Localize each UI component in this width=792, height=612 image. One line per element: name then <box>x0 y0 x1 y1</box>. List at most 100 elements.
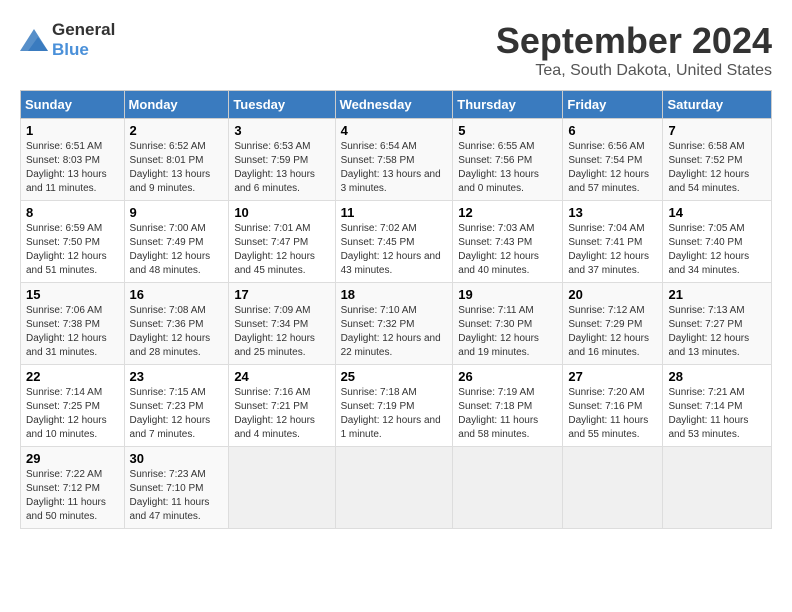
calendar-cell: 18Sunrise: 7:10 AMSunset: 7:32 PMDayligh… <box>335 283 453 365</box>
day-number: 20 <box>568 287 657 302</box>
day-info: Sunrise: 7:15 AMSunset: 7:23 PMDaylight:… <box>130 386 224 442</box>
calendar-cell: 10 Sunrise: 7:01 AMSunset: 7:47 PMDayligh… <box>229 201 335 283</box>
day-number: 18 <box>341 287 448 302</box>
day-number: 23 <box>130 369 224 384</box>
calendar-week-row: 22 Sunrise: 7:14 AMSunset: 7:25 PMDayligh… <box>21 365 772 447</box>
weekday-header-thursday: Thursday <box>453 91 563 119</box>
day-info: Sunrise: 7:18 AMSunset: 7:19 PMDaylight:… <box>341 386 448 442</box>
day-number: 5 <box>458 123 557 138</box>
day-info: Sunrise: 6:53 AMSunset: 7:59 PMDaylight:… <box>234 140 329 196</box>
day-info: Sunrise: 6:51 AMSunset: 8:03 PMDaylight:… <box>26 140 119 196</box>
calendar-week-row: 8Sunrise: 6:59 AMSunset: 7:50 PMDaylight… <box>21 201 772 283</box>
page-subtitle: Tea, South Dakota, United States <box>496 62 772 80</box>
day-info: Sunrise: 7:03 AMSunset: 7:43 PMDaylight:… <box>458 222 557 278</box>
calendar-cell: 24Sunrise: 7:16 AMSunset: 7:21 PMDayligh… <box>229 365 335 447</box>
day-info: Sunrise: 6:58 AMSunset: 7:52 PMDaylight:… <box>668 140 766 196</box>
logo: General Blue <box>20 20 115 60</box>
day-info: Sunrise: 6:56 AMSunset: 7:54 PMDaylight:… <box>568 140 657 196</box>
logo-general: General <box>52 20 115 39</box>
day-number: 13 <box>568 205 657 220</box>
day-info: Sunrise: 6:59 AMSunset: 7:50 PMDaylight:… <box>26 222 119 278</box>
calendar-cell: 21 Sunrise: 7:13 AMSunset: 7:27 PMDayligh… <box>663 283 772 365</box>
day-number: 6 <box>568 123 657 138</box>
day-number: 29 <box>26 451 119 466</box>
calendar-cell: 6 Sunrise: 6:56 AMSunset: 7:54 PMDaylight… <box>563 119 663 201</box>
day-number: 7 <box>668 123 766 138</box>
calendar-cell: 3Sunrise: 6:53 AMSunset: 7:59 PMDaylight… <box>229 119 335 201</box>
day-info: Sunrise: 7:14 AMSunset: 7:25 PMDaylight:… <box>26 386 119 442</box>
day-info: Sunrise: 7:20 AMSunset: 7:16 PMDaylight:… <box>568 386 657 442</box>
calendar-week-row: 15 Sunrise: 7:06 AMSunset: 7:38 PMDayligh… <box>21 283 772 365</box>
calendar-cell: 15 Sunrise: 7:06 AMSunset: 7:38 PMDayligh… <box>21 283 125 365</box>
day-number: 25 <box>341 369 448 384</box>
day-info: Sunrise: 6:54 AMSunset: 7:58 PMDaylight:… <box>341 140 448 196</box>
calendar-cell: 27 Sunrise: 7:20 AMSunset: 7:16 PMDayligh… <box>563 365 663 447</box>
calendar-week-row: 29 Sunrise: 7:22 AMSunset: 7:12 PMDayligh… <box>21 447 772 529</box>
day-number: 16 <box>130 287 224 302</box>
calendar-cell: 30Sunrise: 7:23 AMSunset: 7:10 PMDayligh… <box>124 447 229 529</box>
day-number: 14 <box>668 205 766 220</box>
calendar-cell <box>335 447 453 529</box>
weekday-header-wednesday: Wednesday <box>335 91 453 119</box>
day-number: 28 <box>668 369 766 384</box>
calendar-cell: 25 Sunrise: 7:18 AMSunset: 7:19 PMDayligh… <box>335 365 453 447</box>
calendar-cell: 7 Sunrise: 6:58 AMSunset: 7:52 PMDaylight… <box>663 119 772 201</box>
day-number: 24 <box>234 369 329 384</box>
calendar-table: SundayMondayTuesdayWednesdayThursdayFrid… <box>20 90 772 529</box>
day-number: 9 <box>130 205 224 220</box>
day-info: Sunrise: 7:13 AMSunset: 7:27 PMDaylight:… <box>668 304 766 360</box>
day-info: Sunrise: 7:05 AMSunset: 7:40 PMDaylight:… <box>668 222 766 278</box>
calendar-cell: 19 Sunrise: 7:11 AMSunset: 7:30 PMDayligh… <box>453 283 563 365</box>
logo-blue: Blue <box>52 40 89 59</box>
weekday-header-row: SundayMondayTuesdayWednesdayThursdayFrid… <box>21 91 772 119</box>
day-number: 4 <box>341 123 448 138</box>
day-info: Sunrise: 7:12 AMSunset: 7:29 PMDaylight:… <box>568 304 657 360</box>
calendar-cell: 26Sunrise: 7:19 AMSunset: 7:18 PMDayligh… <box>453 365 563 447</box>
weekday-header-tuesday: Tuesday <box>229 91 335 119</box>
day-number: 19 <box>458 287 557 302</box>
calendar-cell: 8Sunrise: 6:59 AMSunset: 7:50 PMDaylight… <box>21 201 125 283</box>
calendar-cell <box>663 447 772 529</box>
day-number: 30 <box>130 451 224 466</box>
weekday-header-friday: Friday <box>563 91 663 119</box>
day-number: 12 <box>458 205 557 220</box>
day-info: Sunrise: 7:04 AMSunset: 7:41 PMDaylight:… <box>568 222 657 278</box>
calendar-cell: 28 Sunrise: 7:21 AMSunset: 7:14 PMDayligh… <box>663 365 772 447</box>
day-number: 22 <box>26 369 119 384</box>
calendar-cell: 5 Sunrise: 6:55 AMSunset: 7:56 PMDaylight… <box>453 119 563 201</box>
calendar-cell: 22 Sunrise: 7:14 AMSunset: 7:25 PMDayligh… <box>21 365 125 447</box>
calendar-cell <box>563 447 663 529</box>
day-number: 2 <box>130 123 224 138</box>
day-info: Sunrise: 7:11 AMSunset: 7:30 PMDaylight:… <box>458 304 557 360</box>
calendar-cell: 29 Sunrise: 7:22 AMSunset: 7:12 PMDayligh… <box>21 447 125 529</box>
calendar-cell: 1 Sunrise: 6:51 AMSunset: 8:03 PMDaylight… <box>21 119 125 201</box>
calendar-cell: 16 Sunrise: 7:08 AMSunset: 7:36 PMDayligh… <box>124 283 229 365</box>
day-info: Sunrise: 7:08 AMSunset: 7:36 PMDaylight:… <box>130 304 224 360</box>
weekday-header-saturday: Saturday <box>663 91 772 119</box>
day-number: 21 <box>668 287 766 302</box>
day-number: 10 <box>234 205 329 220</box>
calendar-cell: 17Sunrise: 7:09 AMSunset: 7:34 PMDayligh… <box>229 283 335 365</box>
day-info: Sunrise: 7:06 AMSunset: 7:38 PMDaylight:… <box>26 304 119 360</box>
day-number: 27 <box>568 369 657 384</box>
day-info: Sunrise: 7:02 AMSunset: 7:45 PMDaylight:… <box>341 222 448 278</box>
logo-icon <box>20 29 48 51</box>
day-info: Sunrise: 7:22 AMSunset: 7:12 PMDaylight:… <box>26 468 119 524</box>
day-number: 11 <box>341 205 448 220</box>
calendar-cell <box>229 447 335 529</box>
day-info: Sunrise: 7:01 AMSunset: 7:47 PMDaylight:… <box>234 222 329 278</box>
calendar-cell: 2 Sunrise: 6:52 AMSunset: 8:01 PMDaylight… <box>124 119 229 201</box>
header: General Blue September 2024 Tea, South D… <box>20 20 772 80</box>
calendar-cell: 11 Sunrise: 7:02 AMSunset: 7:45 PMDayligh… <box>335 201 453 283</box>
calendar-cell: 20 Sunrise: 7:12 AMSunset: 7:29 PMDayligh… <box>563 283 663 365</box>
day-info: Sunrise: 7:00 AMSunset: 7:49 PMDaylight:… <box>130 222 224 278</box>
day-number: 1 <box>26 123 119 138</box>
day-info: Sunrise: 7:21 AMSunset: 7:14 PMDaylight:… <box>668 386 766 442</box>
day-number: 15 <box>26 287 119 302</box>
calendar-cell: 12 Sunrise: 7:03 AMSunset: 7:43 PMDayligh… <box>453 201 563 283</box>
calendar-cell: 14 Sunrise: 7:05 AMSunset: 7:40 PMDayligh… <box>663 201 772 283</box>
day-info: Sunrise: 6:55 AMSunset: 7:56 PMDaylight:… <box>458 140 557 196</box>
calendar-week-row: 1 Sunrise: 6:51 AMSunset: 8:03 PMDaylight… <box>21 119 772 201</box>
day-info: Sunrise: 6:52 AMSunset: 8:01 PMDaylight:… <box>130 140 224 196</box>
calendar-cell: 13 Sunrise: 7:04 AMSunset: 7:41 PMDayligh… <box>563 201 663 283</box>
